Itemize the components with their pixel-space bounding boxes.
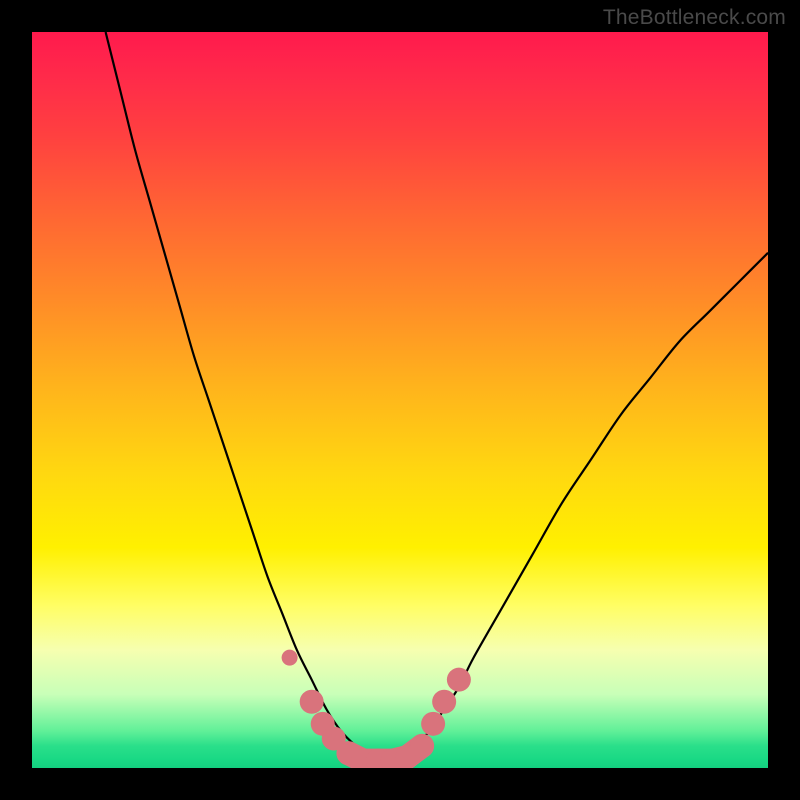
bottleneck-curve <box>106 32 768 761</box>
marker-point <box>432 690 456 714</box>
marker-point <box>447 668 471 692</box>
plot-area <box>32 32 768 768</box>
marker-point <box>421 712 445 736</box>
marker-point <box>300 690 324 714</box>
curve-layer <box>32 32 768 768</box>
chart-frame: TheBottleneck.com <box>0 0 800 800</box>
marker-point <box>282 650 298 666</box>
watermark-text: TheBottleneck.com <box>603 6 786 30</box>
marker-point <box>410 734 434 758</box>
marker-group <box>282 650 471 768</box>
